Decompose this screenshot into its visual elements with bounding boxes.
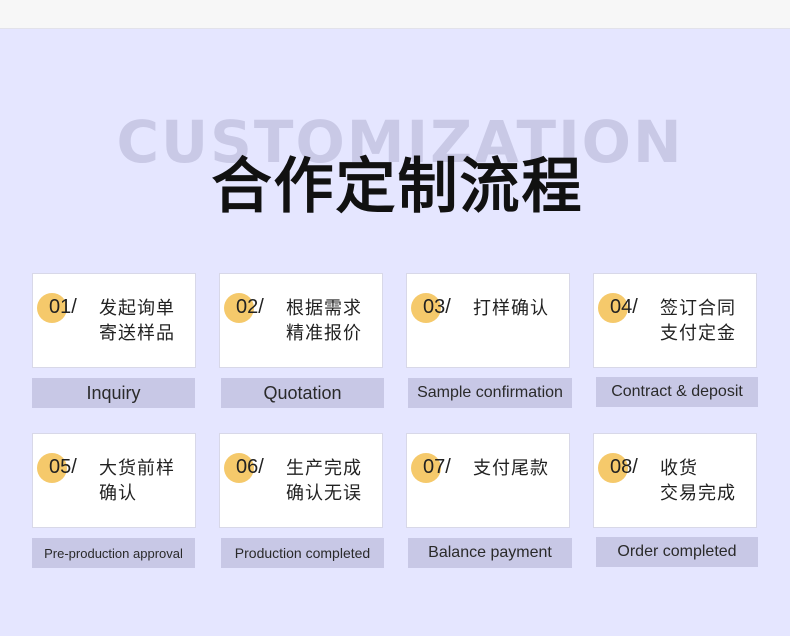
step-text-line1: 发起询单 (99, 298, 175, 319)
step-text-line1: 收货 (660, 458, 698, 479)
step-number: 07/ (423, 456, 451, 478)
step-number: 08/ (610, 456, 638, 478)
step-text-line2: 支付定金 (660, 323, 736, 344)
step-text-line2: 精准报价 (286, 323, 362, 344)
step-text: 收货 交易完成 (660, 456, 755, 506)
step-text-line1: 打样确认 (473, 298, 549, 319)
step-label-4: Contract & deposit (596, 377, 758, 407)
step-card-1: 01/ 发起询单 寄送样品 (32, 273, 196, 368)
step-text-line1: 签订合同 (660, 298, 736, 319)
step-number: 04/ (610, 296, 638, 318)
step-label-6: Production completed (221, 538, 384, 568)
step-text: 大货前样 确认 (99, 456, 194, 506)
step-card-5: 05/ 大货前样 确认 (32, 433, 196, 528)
step-label-5: Pre-production approval (32, 538, 195, 568)
step-card-4: 04/ 签订合同 支付定金 (593, 273, 757, 368)
step-label-8: Order completed (596, 537, 758, 567)
step-text-line1: 根据需求 (286, 298, 362, 319)
step-label-3: Sample confirmation (408, 378, 572, 408)
step-number: 03/ (423, 296, 451, 318)
step-card-6: 06/ 生产完成 确认无误 (219, 433, 383, 528)
step-text: 生产完成 确认无误 (286, 456, 381, 506)
step-card-8: 08/ 收货 交易完成 (593, 433, 757, 528)
step-label-2: Quotation (221, 378, 384, 408)
step-text: 根据需求 精准报价 (286, 296, 381, 346)
step-card-3: 03/ 打样确认 (406, 273, 570, 368)
step-text: 打样确认 (473, 296, 568, 321)
step-number: 02/ (236, 296, 264, 318)
top-strip (0, 0, 790, 29)
step-number: 05/ (49, 456, 77, 478)
page-title: 合作定制流程 (211, 152, 584, 222)
step-text: 签订合同 支付定金 (660, 296, 755, 346)
step-text-line1: 大货前样 (99, 458, 175, 479)
step-number: 01/ (49, 296, 77, 318)
step-text-line1: 生产完成 (286, 458, 362, 479)
step-text: 支付尾款 (473, 456, 568, 481)
step-text-line2: 寄送样品 (99, 323, 175, 344)
step-number: 06/ (236, 456, 264, 478)
step-text-line2: 确认无误 (286, 483, 362, 504)
step-card-2: 02/ 根据需求 精准报价 (219, 273, 383, 368)
step-text-line1: 支付尾款 (473, 458, 549, 479)
step-text-line2: 确认 (99, 483, 137, 504)
step-text: 发起询单 寄送样品 (99, 296, 194, 346)
step-label-7: Balance payment (408, 538, 572, 568)
step-label-1: Inquiry (32, 378, 195, 408)
step-text-line2: 交易完成 (660, 483, 736, 504)
step-card-7: 07/ 支付尾款 (406, 433, 570, 528)
